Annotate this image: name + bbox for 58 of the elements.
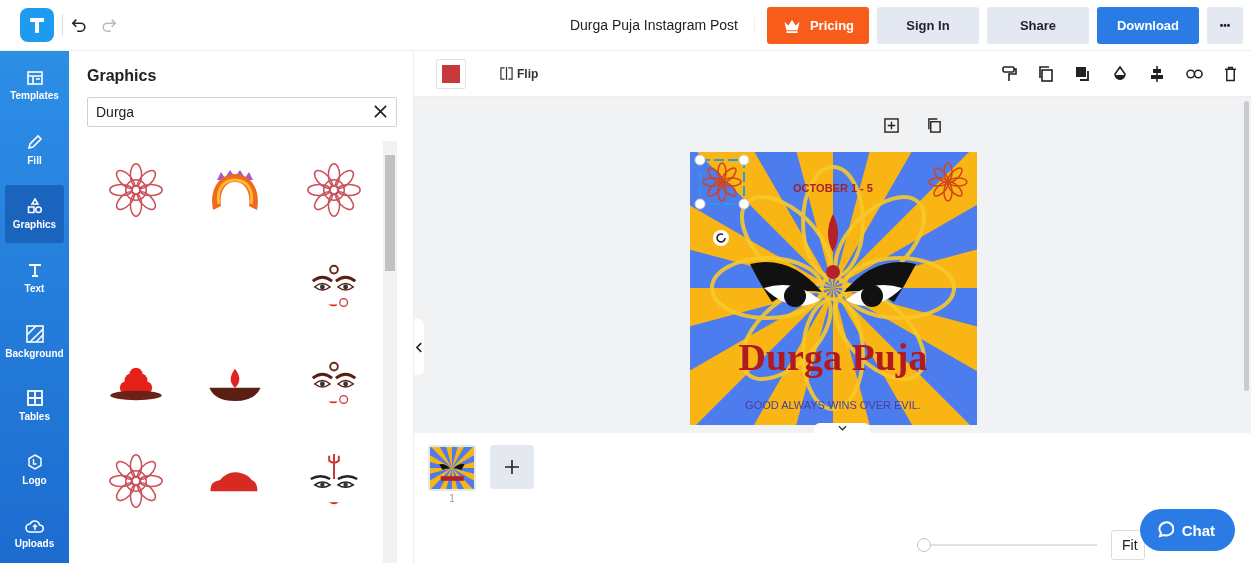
mandala-graphic[interactable] <box>305 161 362 218</box>
sidebar-item[interactable]: Templates <box>5 57 64 115</box>
link-icon[interactable] <box>1186 68 1203 79</box>
selected-mandala-graphic[interactable] <box>694 154 750 210</box>
hatched-square-icon <box>25 325 44 343</box>
pencil-icon <box>26 134 43 150</box>
flip-icon <box>500 67 513 80</box>
cloud-upload-icon <box>24 519 45 533</box>
goddess-eyes-drawing[interactable] <box>750 214 916 307</box>
trash-icon[interactable] <box>1224 65 1237 82</box>
sidebar-item[interactable]: Tables <box>5 377 64 435</box>
plus-icon <box>505 460 519 474</box>
drop-icon[interactable] <box>1112 65 1128 82</box>
more-button[interactable]: ••• <box>1207 6 1243 44</box>
add-page-icon[interactable] <box>883 118 899 133</box>
expand-tab[interactable] <box>814 423 870 433</box>
download-button[interactable]: Download <box>1097 6 1199 44</box>
rotate-handle-icon[interactable] <box>713 230 729 246</box>
copy-icon[interactable] <box>1038 65 1054 82</box>
color-swatch[interactable] <box>436 58 466 89</box>
scrollbar[interactable] <box>383 141 397 563</box>
chat-button[interactable]: Chat <box>1139 509 1235 551</box>
copy-icon[interactable] <box>926 118 942 133</box>
layers-icon[interactable] <box>1075 65 1091 82</box>
paint-roller-icon[interactable] <box>1001 65 1017 82</box>
align-center-icon[interactable] <box>1149 65 1165 82</box>
add-page-button[interactable] <box>490 445 534 489</box>
hexagon-icon <box>26 454 43 470</box>
panel-title: Graphics <box>87 67 158 85</box>
layout-icon <box>26 71 43 85</box>
flip-button[interactable]: Flip <box>494 65 545 82</box>
search-field[interactable]: Durga <box>87 97 397 127</box>
sidebar-item[interactable]: Fill <box>5 121 64 179</box>
table-icon <box>26 390 43 406</box>
undo-icon[interactable] <box>71 17 87 33</box>
mandala-graphic[interactable] <box>108 452 165 509</box>
pricing-button[interactable]: Pricing <box>767 6 869 44</box>
chevron-left-icon <box>415 341 423 353</box>
page-thumbnail[interactable] <box>428 445 476 491</box>
mandala-graphic[interactable] <box>928 162 968 202</box>
scrollbar-thumb[interactable] <box>385 155 395 271</box>
close-icon[interactable] <box>374 105 387 118</box>
sidebar-item[interactable]: Uploads <box>5 505 64 563</box>
sidebar-item[interactable]: Logo <box>5 441 64 499</box>
share-button[interactable]: Share <box>987 6 1089 44</box>
shapes-icon <box>26 198 43 214</box>
mandala-graphic[interactable] <box>108 161 165 218</box>
text-icon <box>26 262 43 278</box>
sign-in-button[interactable]: Sign In <box>877 6 979 44</box>
collapse-tab[interactable] <box>414 319 424 375</box>
app-logo[interactable] <box>20 8 54 42</box>
speech-bubble-icon <box>1155 521 1174 539</box>
document-title[interactable]: Durga Puja Instagram Post <box>569 17 755 33</box>
page-number: 1 <box>449 493 455 504</box>
sidebar-item[interactable]: Text <box>5 249 64 307</box>
chevron-down-icon <box>837 425 847 431</box>
sidebar-item[interactable]: Background <box>5 313 64 371</box>
sidebar-item[interactable]: Graphics <box>5 185 64 243</box>
